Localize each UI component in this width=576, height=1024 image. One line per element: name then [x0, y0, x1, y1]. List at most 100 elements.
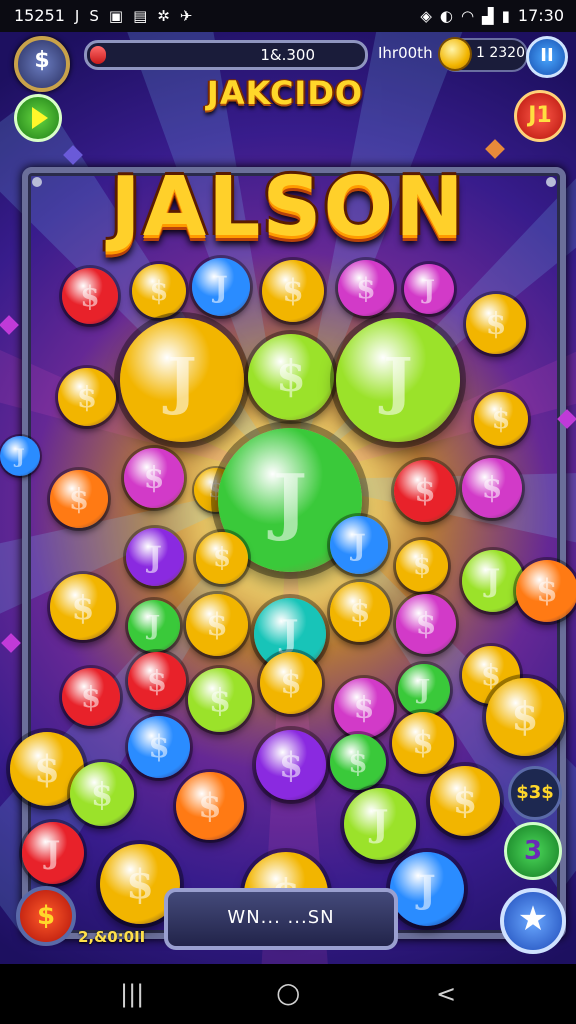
purple-coin[interactable]: J — [126, 528, 184, 586]
gold-coin[interactable]: $ — [186, 594, 248, 656]
star-button[interactable]: ★ — [500, 888, 566, 954]
gold-coin[interactable]: $ — [430, 766, 500, 836]
status-bar: 15251 J S ▣ ▤ ✲ ✈ ◈ ◐ ◠ ▟ ▮ 17:30 — [0, 0, 576, 32]
win-panel-text: WN... ...SN — [227, 907, 335, 928]
magenta-coin[interactable]: $ — [462, 458, 522, 518]
red-coin[interactable]: $ — [62, 268, 118, 324]
red-coin[interactable]: $ — [394, 460, 456, 522]
dollar-icon: $ — [278, 744, 304, 786]
dollar-icon: $ — [143, 460, 165, 496]
green-coin[interactable]: J — [398, 664, 450, 716]
dollar-icon: $ — [80, 680, 102, 714]
green-coin[interactable]: J — [128, 600, 180, 652]
j-icon: J — [485, 563, 501, 599]
back-button[interactable]: < — [436, 980, 456, 1008]
gold-coin[interactable]: $ — [486, 678, 564, 756]
lime-coin[interactable]: J — [344, 788, 416, 860]
gold-coin[interactable]: $ — [132, 264, 186, 318]
dollar-icon: $ — [206, 607, 228, 643]
gold-coin[interactable]: $ — [260, 652, 322, 714]
blue-coin[interactable]: J — [192, 258, 250, 316]
dollar-icon: $ — [353, 690, 375, 726]
dollar-icon: $ — [280, 665, 302, 701]
dollar-icon: $ — [148, 729, 170, 765]
dollar-icon: $ — [90, 775, 114, 813]
j-icon: J — [167, 343, 197, 417]
j-icon: J — [383, 343, 413, 417]
boost-button[interactable]: $ — [16, 886, 76, 946]
gold-coin[interactable]: J — [120, 318, 244, 442]
dollar-icon: $ — [208, 681, 232, 719]
game-area[interactable]: $ 1&.300 Ihr00th 1 2320 II J1 JAKCIDO JA… — [0, 32, 576, 964]
app-icon-s: S — [89, 6, 99, 25]
game-logo: JALSON — [110, 160, 466, 255]
lime-coin[interactable]: J — [336, 318, 460, 442]
gold-coin[interactable]: $ — [58, 368, 116, 426]
gold-coin[interactable]: $ — [474, 392, 528, 446]
green-coin[interactable]: $ — [330, 734, 386, 790]
battery-icon: ▮ — [501, 6, 510, 25]
bird-icon: ✈ — [179, 6, 193, 25]
orange-coin[interactable]: $ — [516, 560, 576, 622]
red-coin[interactable]: $ — [62, 668, 120, 726]
coin-icon — [440, 39, 470, 69]
j-icon: J — [417, 675, 431, 705]
orange-coin[interactable]: $ — [176, 772, 244, 840]
j-icon: J — [15, 444, 25, 468]
blue-coin[interactable]: $ — [128, 716, 190, 778]
gold-coin[interactable]: $ — [262, 260, 324, 322]
blue-coin[interactable]: J — [0, 436, 40, 476]
home-button[interactable]: ○ — [276, 976, 300, 1009]
gold-coin[interactable]: $ — [396, 540, 448, 592]
gold-coin[interactable]: $ — [196, 532, 248, 584]
magenta-coin[interactable]: $ — [334, 678, 394, 738]
play-button[interactable] — [14, 94, 62, 142]
dollar-icon: $ — [414, 473, 436, 509]
lime-coin[interactable]: $ — [70, 762, 134, 826]
lime-coin[interactable]: $ — [188, 668, 252, 732]
gold-coin[interactable]: $ — [330, 582, 390, 642]
player-badge[interactable]: $ — [14, 36, 70, 92]
frame-bolt — [546, 177, 556, 187]
magenta-coin[interactable]: J — [404, 264, 454, 314]
bottom-win-panel[interactable]: WN... ...SN — [164, 888, 398, 950]
app-icon-j: J — [74, 6, 80, 25]
lime-coin[interactable]: $ — [248, 334, 334, 420]
coin-counter[interactable]: 1 2320 — [440, 38, 528, 72]
gold-coin[interactable]: $ — [392, 712, 454, 774]
j-icon: J — [148, 540, 162, 574]
level-button[interactable]: J1 — [514, 90, 566, 142]
dollar-icon: $ — [348, 745, 368, 779]
dollar-icon: $ — [198, 786, 222, 826]
purple-coin[interactable]: $ — [256, 730, 326, 800]
pause-button[interactable]: II — [526, 36, 568, 78]
progress-fill — [90, 46, 106, 64]
red-coin[interactable]: $ — [128, 652, 186, 710]
multiplier-button[interactable]: 3 — [504, 822, 562, 880]
lime-coin[interactable]: J — [462, 550, 524, 612]
orange-coin[interactable]: $ — [50, 470, 108, 528]
magenta-coin[interactable]: $ — [396, 594, 456, 654]
j-icon: J — [418, 867, 436, 911]
blue-coin[interactable]: J — [330, 516, 388, 574]
red-coin[interactable]: J — [22, 822, 84, 884]
dollar-icon: $ — [212, 543, 232, 573]
gold-coin[interactable]: $ — [466, 294, 526, 354]
status-time-right: 17:30 — [517, 6, 564, 25]
dollar-icon: $ — [276, 352, 306, 402]
dollar-icon: $ — [511, 694, 539, 740]
gold-coin[interactable]: $ — [50, 574, 116, 640]
status-time-left: 15251 — [14, 6, 65, 25]
gallery-icon: ▤ — [133, 6, 148, 25]
j-icon: J — [45, 835, 61, 871]
badge-dollar-icon: $ — [34, 48, 50, 73]
magenta-coin[interactable]: $ — [124, 448, 184, 508]
magenta-coin[interactable]: $ — [338, 260, 394, 316]
dollar-icon: $ — [282, 273, 304, 309]
vibrate-icon: ◈ — [420, 6, 432, 25]
dollar-icon: $ — [80, 279, 100, 313]
bonus-button[interactable]: $3$ — [508, 766, 562, 820]
wifi-icon: ◠ — [460, 6, 475, 25]
blue-coin[interactable]: J — [390, 852, 464, 926]
recent-apps-button[interactable]: ||| — [120, 980, 144, 1008]
